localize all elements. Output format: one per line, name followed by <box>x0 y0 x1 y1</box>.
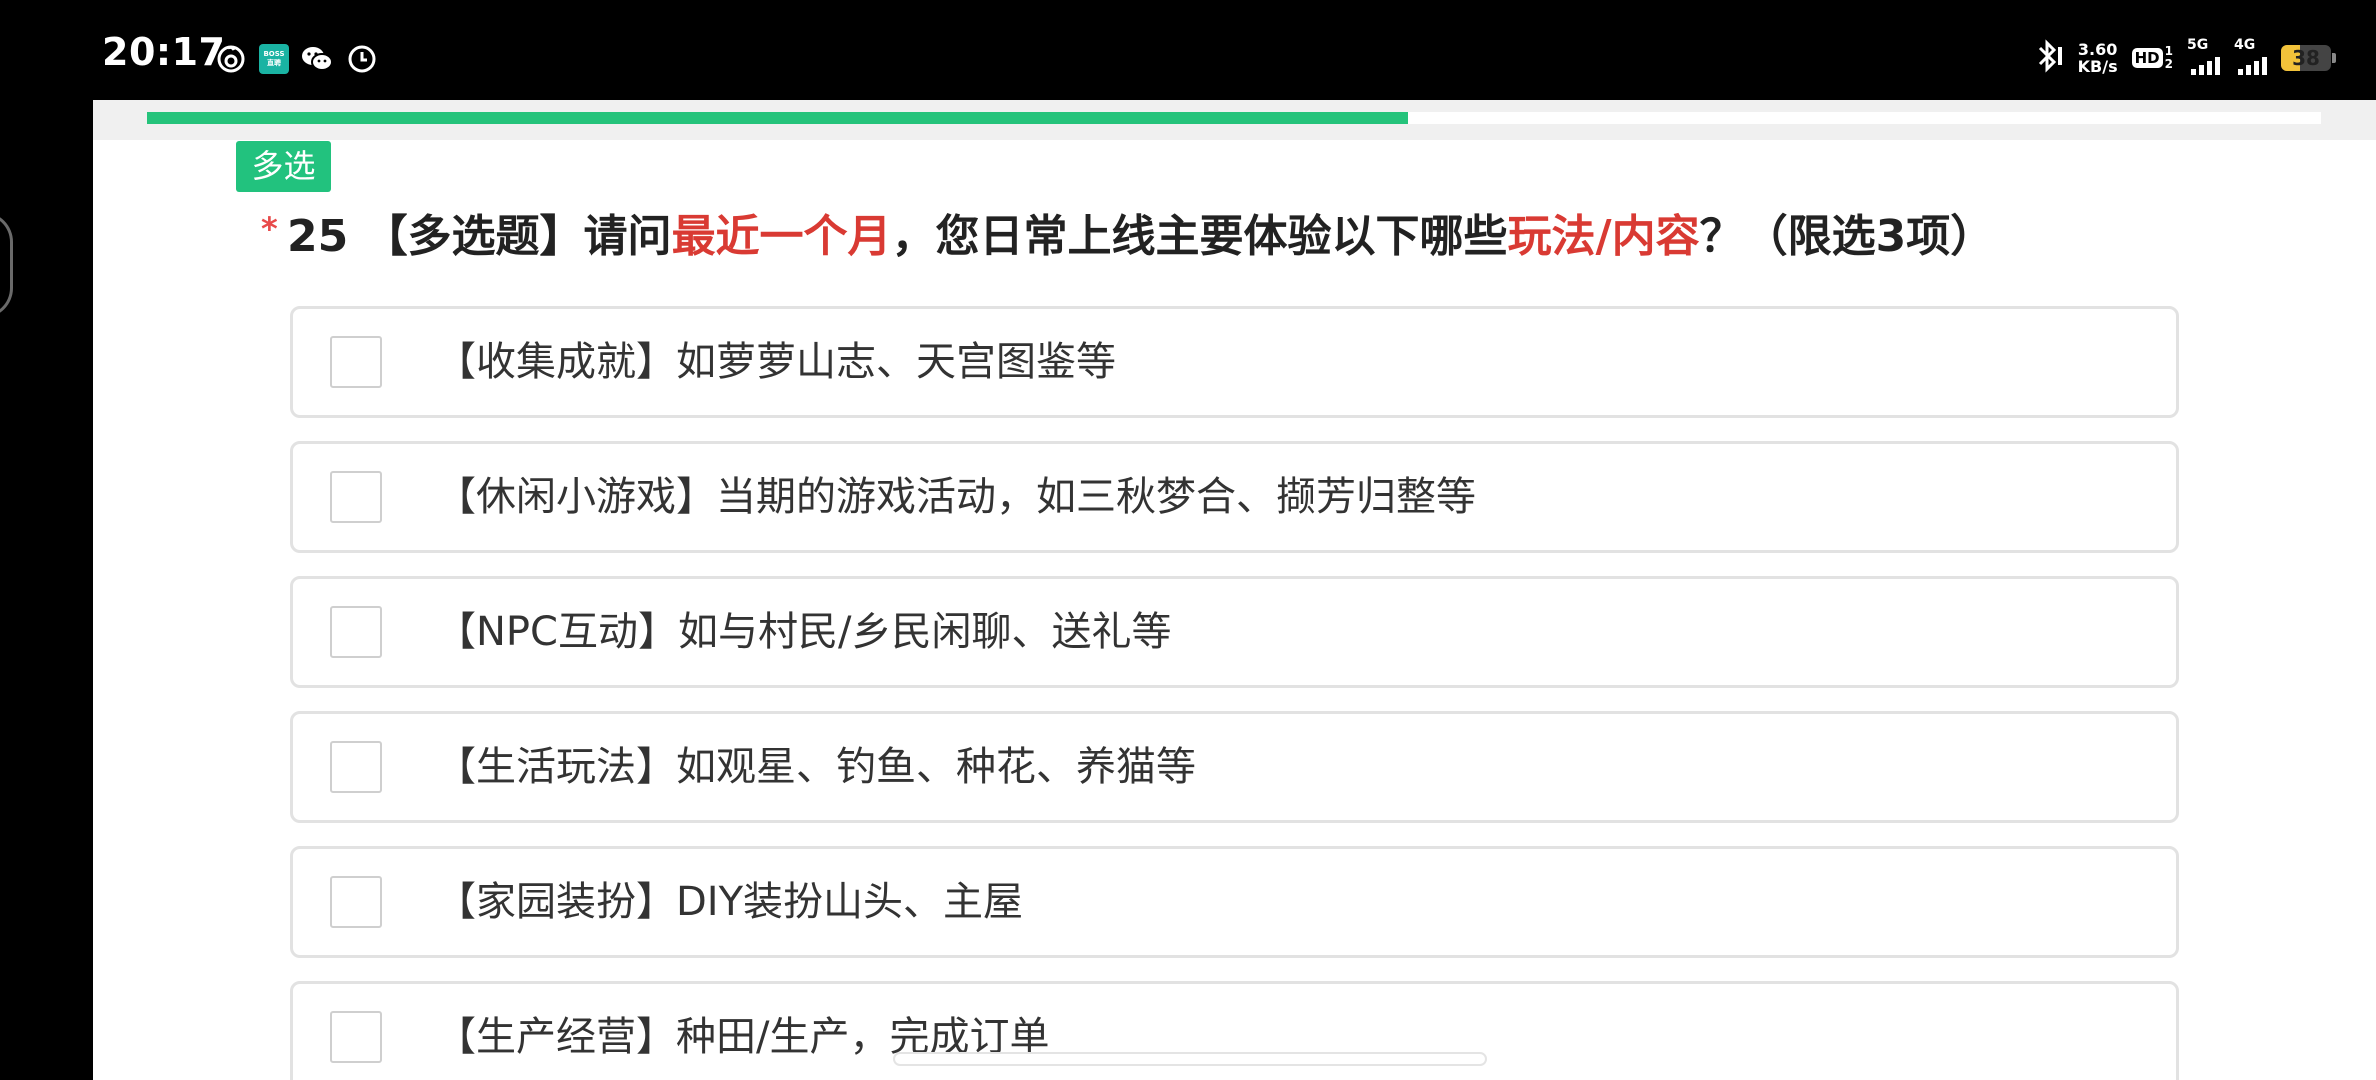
option-checkbox[interactable] <box>330 1011 382 1063</box>
option-checkbox[interactable] <box>330 471 382 523</box>
battery-icon: 38 <box>2281 45 2336 71</box>
hd-label: HD <box>2131 48 2163 68</box>
home-indicator[interactable] <box>893 1052 1487 1066</box>
signal-4g-icon: 4G <box>2234 37 2267 75</box>
side-edge-handle[interactable] <box>0 212 13 318</box>
bluetooth-icon <box>2034 38 2064 78</box>
progress-bar <box>93 100 2376 140</box>
required-mark: * <box>261 210 278 248</box>
option-label: 【生活玩法】如观星、钓鱼、种花、养猫等 <box>436 744 1196 790</box>
netease-music-icon <box>214 42 248 76</box>
question-prefix: 【多选题】请问 <box>363 211 672 262</box>
hd-voice-icon: HD 1 2 <box>2131 45 2173 71</box>
survey-page: 多选 * 25 【多选题】请问最近一个月，您日常上线主要体验以下哪些玩法/内容？… <box>93 100 2376 1080</box>
option-checkbox[interactable] <box>330 876 382 928</box>
option-checkbox[interactable] <box>330 336 382 388</box>
boss-app-text: BOSS <box>263 50 285 58</box>
status-right-group: 3.60 KB/s HD 1 2 5G 4G 38 <box>2034 34 2336 82</box>
status-bar: 20:17 BOSS 直聘 3.60 KB/s HD 1 2 5G 4G 38 <box>0 0 2376 100</box>
signal-5g-icon: 5G <box>2187 37 2220 75</box>
progress-track <box>147 112 2321 124</box>
network-speed-value: 3.60 <box>2077 40 2118 59</box>
question-middle: ，您日常上线主要体验以下哪些 <box>891 211 1508 262</box>
option-label: 【NPC互动】如与村民/乡民闲聊、送礼等 <box>436 609 1172 655</box>
signal-5g-label: 5G <box>2187 37 2209 53</box>
network-speed-unit: KB/s <box>2077 57 2118 76</box>
status-time: 20:17 <box>102 30 226 74</box>
question-highlight-period: 最近一个月 <box>671 211 892 262</box>
wechat-icon <box>300 42 334 76</box>
question-highlight-content: 玩法/内容 <box>1507 211 1700 262</box>
boss-app-subtext: 直聘 <box>267 59 281 67</box>
hd-sub-bottom: 2 <box>2164 57 2173 71</box>
option-checkbox[interactable] <box>330 741 382 793</box>
question-type-badge: 多选 <box>236 141 331 192</box>
option-item[interactable]: 【家园装扮】DIY装扮山头、主屋 <box>290 846 2179 958</box>
option-label: 【休闲小游戏】当期的游戏活动，如三秋梦合、撷芳归整等 <box>436 474 1476 520</box>
battery-level: 38 <box>2292 46 2320 70</box>
option-item[interactable]: 【生活玩法】如观星、钓鱼、种花、养猫等 <box>290 711 2179 823</box>
network-speed: 3.60 KB/s <box>2078 41 2118 75</box>
options-list: 【收集成就】如萝萝山志、天宫图鉴等 【休闲小游戏】当期的游戏活动，如三秋梦合、撷… <box>290 306 2179 1080</box>
option-label: 【收集成就】如萝萝山志、天宫图鉴等 <box>436 339 1116 385</box>
progress-fill <box>147 112 1408 124</box>
clock-app-icon <box>345 42 379 76</box>
signal-4g-label: 4G <box>2234 37 2256 53</box>
option-checkbox[interactable] <box>330 606 382 658</box>
question-number: 25 <box>287 211 349 262</box>
option-label: 【家园装扮】DIY装扮山头、主屋 <box>436 879 1024 925</box>
option-item[interactable]: 【收集成就】如萝萝山志、天宫图鉴等 <box>290 306 2179 418</box>
boss-app-icon: BOSS 直聘 <box>257 42 291 76</box>
option-item[interactable]: 【休闲小游戏】当期的游戏活动，如三秋梦合、撷芳归整等 <box>290 441 2179 553</box>
option-item[interactable]: 【NPC互动】如与村民/乡民闲聊、送礼等 <box>290 576 2179 688</box>
question-suffix: ？（限选3项） <box>1699 211 1995 262</box>
